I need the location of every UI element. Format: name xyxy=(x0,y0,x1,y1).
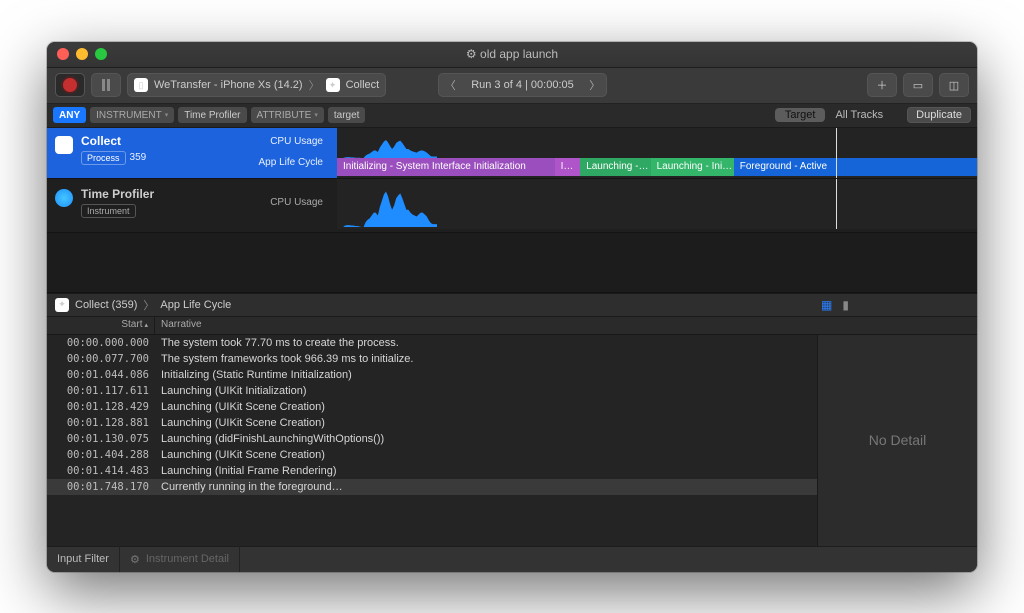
library-button[interactable]: ▭ xyxy=(903,73,933,97)
target-app: Collect xyxy=(346,79,380,91)
scope-target-tab[interactable]: Target xyxy=(775,108,826,122)
empty-track-area xyxy=(47,233,977,293)
app-icon: ✦ xyxy=(55,298,69,312)
row-label-cpu: CPU Usage xyxy=(259,136,323,147)
crumb-app[interactable]: Collect (359) xyxy=(75,299,137,311)
sort-asc-icon: ▴ xyxy=(144,322,148,329)
col-narrative[interactable]: Narrative xyxy=(155,317,977,334)
instrument-detail-field[interactable]: ⚙Instrument Detail xyxy=(120,546,240,572)
track-collect[interactable]: Collect Process 359 CPU Usage App Life C… xyxy=(47,128,977,179)
table-header[interactable]: Start▴ Narrative xyxy=(47,317,977,335)
chevron-left-icon[interactable]: 〈 xyxy=(439,77,461,93)
row-label-lifecycle: App Life Cycle xyxy=(259,157,323,168)
target-path[interactable]: ▯ WeTransfer - iPhone Xs (14.2) 〉 ✦ Coll… xyxy=(127,73,386,97)
col-start[interactable]: Start▴ xyxy=(47,317,155,334)
lifecycle-segment[interactable]: Foreground - Active xyxy=(734,158,977,176)
chevron-right-icon: 〉 xyxy=(143,297,154,313)
track-time-profiler[interactable]: Time Profiler Instrument CPU Usage xyxy=(47,179,977,233)
zoom-icon[interactable] xyxy=(95,48,107,60)
track-header-collect[interactable]: Collect Process 359 CPU Usage App Life C… xyxy=(47,128,337,178)
target-device: WeTransfer - iPhone Xs (14.2) xyxy=(154,79,303,91)
titlebar[interactable]: ⚙︎ old app launch xyxy=(47,42,977,68)
filter-instrument-value[interactable]: Time Profiler xyxy=(178,107,246,123)
filter-bar: ANY INSTRUMENT▾ Time Profiler ATTRIBUTE▾… xyxy=(47,104,977,128)
timeline-area: Collect Process 359 CPU Usage App Life C… xyxy=(47,128,977,293)
narrative-table[interactable]: 00:00.000.000The system took 77.70 ms to… xyxy=(47,335,817,546)
lifecycle-segment[interactable]: I… xyxy=(555,158,581,176)
track-title: Time Profiler xyxy=(81,187,154,201)
view-mode-doc-icon[interactable]: ▮ xyxy=(842,298,849,312)
pause-button[interactable] xyxy=(91,73,121,97)
app-icon: ✦ xyxy=(326,78,340,92)
playhead[interactable] xyxy=(836,128,837,178)
instrument-icon xyxy=(55,189,73,207)
cpu-chart-profiler xyxy=(337,179,437,227)
duplicate-button[interactable]: Duplicate xyxy=(907,107,971,123)
detail-breadcrumb: ✦ Collect (359) 〉 App Life Cycle ▦ ▮ xyxy=(47,293,977,317)
track-title: Collect xyxy=(81,134,146,148)
detail-side-panel: No Detail xyxy=(817,335,977,546)
table-row[interactable]: 00:01.117.611Launching (UIKit Initializa… xyxy=(47,383,817,399)
run-label: Run 3 of 4 | 00:00:05 xyxy=(461,79,584,91)
app-window: ⚙︎ old app launch ▯ WeTransfer - iPhone … xyxy=(47,42,977,572)
window-controls xyxy=(47,48,107,60)
table-row[interactable]: 00:01.044.086Initializing (Static Runtim… xyxy=(47,367,817,383)
filter-instrument-label[interactable]: INSTRUMENT▾ xyxy=(90,107,174,123)
row-label-cpu: CPU Usage xyxy=(270,197,323,208)
track-body-collect[interactable]: Initializing - System Interface Initiali… xyxy=(337,128,977,178)
process-icon xyxy=(55,136,73,154)
table-row[interactable]: 00:01.130.075Launching (didFinishLaunchi… xyxy=(47,431,817,447)
lifecycle-bar: Initializing - System Interface Initiali… xyxy=(337,158,977,176)
table-row[interactable]: 00:01.128.429Launching (UIKit Scene Crea… xyxy=(47,399,817,415)
footer-bar: Input Filter ⚙Instrument Detail xyxy=(47,546,977,572)
filter-target-label[interactable]: target xyxy=(328,107,366,123)
table-row[interactable]: 00:01.414.483Launching (Initial Frame Re… xyxy=(47,463,817,479)
lifecycle-segment[interactable]: Launching -… xyxy=(580,158,650,176)
chevron-right-icon: 〉 xyxy=(309,77,320,93)
track-header-profiler[interactable]: Time Profiler Instrument CPU Usage xyxy=(47,179,337,232)
table-row[interactable]: 00:00.077.700The system frameworks took … xyxy=(47,351,817,367)
scope-all-tracks-tab[interactable]: All Tracks xyxy=(835,109,883,121)
toolbar: ▯ WeTransfer - iPhone Xs (14.2) 〉 ✦ Coll… xyxy=(47,68,977,104)
table-row[interactable]: 00:00.000.000The system took 77.70 ms to… xyxy=(47,335,817,351)
playhead[interactable] xyxy=(836,179,837,229)
track-pid: 359 xyxy=(130,152,147,163)
lifecycle-segment[interactable]: Initializing - System Interface Initiali… xyxy=(337,158,555,176)
no-detail-label: No Detail xyxy=(869,432,927,448)
add-button[interactable]: ＋ xyxy=(867,73,897,97)
record-button[interactable] xyxy=(55,73,85,97)
lifecycle-segment[interactable]: Launching - Ini… xyxy=(651,158,734,176)
track-tag: Instrument xyxy=(81,204,136,218)
minimize-icon[interactable] xyxy=(76,48,88,60)
track-body-profiler[interactable] xyxy=(337,179,977,229)
crumb-view[interactable]: App Life Cycle xyxy=(160,299,231,311)
filter-any-token[interactable]: ANY xyxy=(53,107,86,123)
close-icon[interactable] xyxy=(57,48,69,60)
run-selector[interactable]: 〈 Run 3 of 4 | 00:00:05 〉 xyxy=(438,73,607,97)
device-icon: ▯ xyxy=(134,78,148,92)
panels-button[interactable]: ◫ xyxy=(939,73,969,97)
track-tag: Process xyxy=(81,151,126,165)
view-mode-list-icon[interactable]: ▦ xyxy=(821,298,832,312)
table-row[interactable]: 00:01.404.288Launching (UIKit Scene Crea… xyxy=(47,447,817,463)
filter-attribute-label[interactable]: ATTRIBUTE▾ xyxy=(251,107,324,123)
gear-icon: ⚙ xyxy=(130,553,140,566)
chevron-right-icon[interactable]: 〉 xyxy=(584,77,606,93)
table-row[interactable]: 00:01.748.170Currently running in the fo… xyxy=(47,479,817,495)
cpu-chart-collect xyxy=(337,128,437,158)
table-row[interactable]: 00:01.128.881Launching (UIKit Scene Crea… xyxy=(47,415,817,431)
input-filter-field[interactable]: Input Filter xyxy=(47,546,120,572)
window-title: ⚙︎ old app launch xyxy=(47,47,977,61)
